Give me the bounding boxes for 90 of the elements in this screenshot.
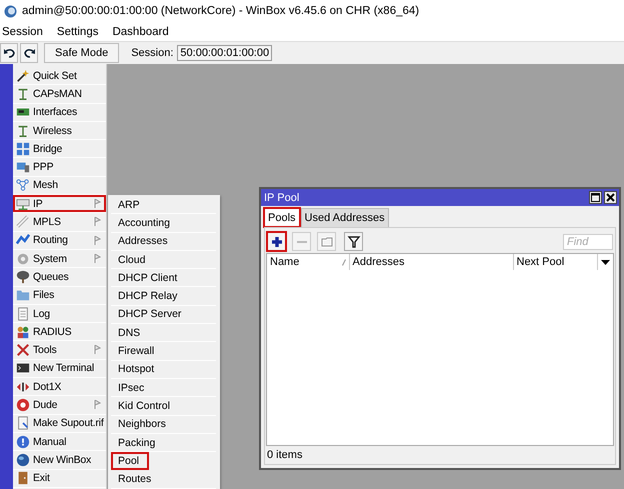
menu-entry[interactable]: Dude: [13, 396, 106, 415]
menu-entry[interactable]: Wireless: [13, 122, 106, 140]
safe-mode-button[interactable]: Safe Mode: [44, 43, 120, 63]
column-header[interactable]: Name: [267, 254, 350, 270]
mesh-icon: [16, 178, 30, 192]
close-button[interactable]: [604, 191, 617, 204]
submenu-item[interactable]: ARP: [111, 196, 216, 214]
filter-button[interactable]: [344, 232, 363, 251]
submenu-item[interactable]: Routes: [111, 470, 216, 489]
window-title: admin@50:00:00:01:00:00 (NetworkCore) - WinBox v6.45.6 on CHR (x86_64): [22, 5, 420, 17]
maximize-icon: [591, 193, 600, 202]
menu-entry[interactable]: Mesh: [13, 176, 106, 196]
session-field: 50:00:00:01:00:00: [177, 45, 272, 61]
submenu-item[interactable]: Firewall: [111, 342, 216, 361]
people-icon: [16, 324, 30, 339]
menu-entry[interactable]: IP: [13, 195, 106, 214]
network-icon: [16, 196, 30, 211]
undo-icon: [2, 47, 16, 59]
help-icon: [16, 434, 30, 449]
menu-entry[interactable]: PPP: [13, 158, 106, 177]
menu-entry[interactable]: MPLS: [13, 213, 106, 232]
undo-button[interactable]: [0, 43, 18, 63]
session-label: Session:: [131, 47, 174, 59]
menu-entry[interactable]: Queues: [13, 268, 106, 287]
redo-button[interactable]: [20, 43, 38, 63]
menu-entry[interactable]: System: [13, 250, 106, 268]
close-icon: [606, 193, 615, 202]
minus-icon: [296, 240, 306, 242]
submenu-item[interactable]: Kid Control: [111, 397, 216, 416]
computer-icon: [16, 160, 30, 174]
arrows-icon: [16, 380, 30, 394]
plus-icon: [270, 234, 284, 248]
bridge-icon: [16, 142, 30, 156]
column-header[interactable]: Addresses: [350, 254, 514, 270]
menu-entry[interactable]: Manual: [13, 432, 106, 452]
submenu-item[interactable]: IPsec: [111, 378, 216, 398]
menu-entry[interactable]: Tools: [13, 341, 106, 360]
document-icon: [16, 306, 30, 320]
redo-icon: [22, 47, 36, 59]
menu-entry[interactable]: Interfaces: [13, 104, 106, 122]
menu-entry[interactable]: RADIUS: [13, 323, 106, 342]
menu-item[interactable]: Settings: [56, 26, 100, 38]
gear-icon: [16, 252, 30, 266]
window-title: IP Pool: [264, 192, 300, 204]
submenu-item[interactable]: DHCP Server: [111, 306, 216, 324]
submenu-item[interactable]: Hotspot: [111, 360, 216, 379]
tab[interactable]: Pools: [264, 208, 300, 227]
item-count: 0 items: [266, 448, 304, 463]
wand-icon: [16, 68, 30, 83]
submenu-item[interactable]: Cloud: [111, 250, 216, 270]
submenu-item[interactable]: DHCP Relay: [111, 287, 216, 306]
note-icon: [320, 234, 334, 248]
submenu-item[interactable]: Addresses: [111, 232, 216, 251]
submenu-item[interactable]: DNS: [111, 324, 216, 342]
menu-entry[interactable]: Files: [13, 286, 106, 305]
tab[interactable]: Used Addresses: [300, 208, 389, 227]
submenu-item[interactable]: DHCP Client: [111, 269, 216, 288]
submenu-item[interactable]: Packing: [111, 434, 216, 452]
tools-icon: [16, 343, 30, 358]
menu-entry[interactable]: Log: [13, 304, 106, 324]
menu-item[interactable]: Dashboard: [111, 26, 170, 38]
circle-icon: [16, 398, 30, 412]
antenna-icon: [16, 124, 30, 138]
submenu-item[interactable]: Pool: [111, 452, 149, 470]
find-field[interactable]: Find: [563, 234, 613, 250]
tree-icon: [16, 270, 30, 284]
folder-icon: [16, 288, 30, 302]
submenu-item[interactable]: Accounting: [111, 214, 216, 233]
menu-entry[interactable]: Exit: [13, 470, 106, 488]
filter-icon: [346, 234, 360, 248]
terminal-icon: [16, 361, 30, 376]
add-button[interactable]: [267, 232, 286, 251]
menu-entry[interactable]: Bridge: [13, 140, 106, 158]
menu-entry[interactable]: Make Supout.rif: [13, 414, 106, 433]
document-icon: [16, 416, 30, 430]
menu-entry[interactable]: Dot1X: [13, 378, 106, 396]
menu-entry[interactable]: Routing: [13, 232, 106, 250]
app-icon: [4, 4, 17, 18]
column-header[interactable]: Next Pool: [514, 254, 598, 270]
antenna-icon: [16, 86, 30, 101]
dropdown-icon: [601, 260, 610, 264]
door-icon: [16, 471, 30, 486]
menu-entry[interactable]: New Terminal: [13, 360, 106, 378]
menu-item[interactable]: Session: [1, 26, 44, 38]
maximize-button[interactable]: [589, 191, 602, 204]
globe-icon: [16, 452, 30, 467]
menu-entry[interactable]: Quick Set: [13, 67, 106, 86]
menu-entry[interactable]: CAPsMAN: [13, 85, 106, 104]
menu-entry[interactable]: New WinBox: [13, 451, 106, 470]
submenu-item[interactable]: Neighbors: [111, 416, 216, 434]
